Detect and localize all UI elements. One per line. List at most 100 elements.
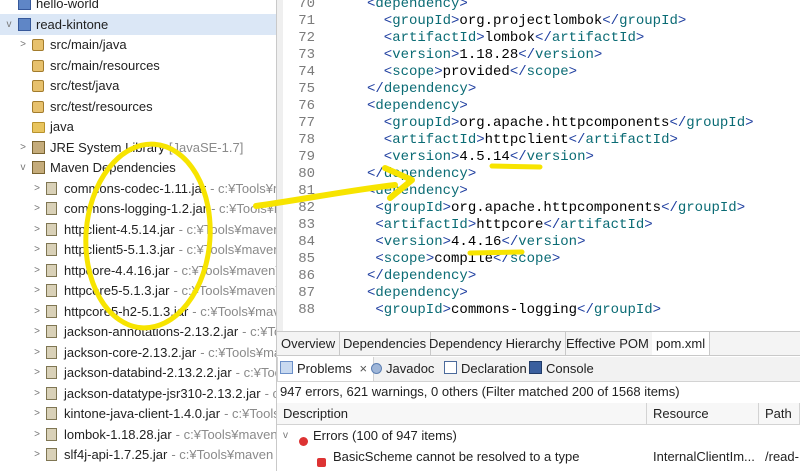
expand-toggle-icon[interactable]: > [32,260,42,281]
console-icon [529,361,542,374]
tag-name: groupId [593,302,653,318]
tag-name: scope [526,64,569,80]
expand-toggle-icon[interactable]: > [32,383,42,404]
code-line[interactable]: <groupId>org.apache.httpcomponents</grou… [384,115,754,131]
code-line[interactable]: <artifactId>httpcore</artifactId> [375,217,652,233]
code-line[interactable]: </dependency> [367,81,476,97]
expand-toggle-icon[interactable]: > [32,403,42,424]
code-line[interactable]: <artifactId>httpclient</artifactId> [384,132,678,148]
tree-item[interactable]: src/test/java [0,75,276,96]
expand-toggle-icon[interactable]: v [4,14,14,35]
tree-item-decoration: - c:¥Tools¥maven [171,447,274,462]
tree-item[interactable]: > JRE System Library [JavaSE-1.7] [0,137,276,158]
column-resource[interactable]: Resource [647,403,759,425]
code-line[interactable]: <scope>compile</scope> [375,251,560,267]
code-line[interactable]: <groupId>org.projectlombok</groupId> [384,13,686,29]
expand-toggle-icon[interactable]: > [32,362,42,383]
tab-dependency-hierarchy[interactable]: Dependency Hierarchy [425,332,567,355]
expand-toggle-icon[interactable]: > [32,321,42,342]
expand-toggle-icon[interactable]: > [32,444,42,465]
tree-item[interactable]: > kintone-java-client-1.4.0.jar - c:¥Tools [0,403,276,424]
tag-name: dependency [375,98,460,114]
expand-toggle-icon[interactable]: > [18,34,28,55]
tag-bracket: > [442,302,452,318]
expand-toggle-icon[interactable]: v [18,157,28,178]
jar-icon [46,284,57,297]
tab-javadoc[interactable]: Javadoc [371,357,434,381]
tree-item[interactable]: > commons-codec-1.11.jar - c:¥Tools¥m [0,178,276,199]
code-line[interactable]: <version>1.18.28</version> [384,47,602,63]
tree-item[interactable]: > jackson-databind-2.13.2.2.jar- c:¥Tool [0,362,276,383]
tag-name: scope [392,64,435,80]
tag-bracket: > [467,81,477,97]
tab-dependencies[interactable]: Dependencies [339,332,432,355]
proj-icon [18,0,31,10]
tree-item[interactable]: > jackson-datatype-jsr310-2.13.2.jar- c:¥ [0,383,276,404]
tab-problems[interactable]: Problems × [277,357,375,381]
code-line[interactable]: <artifactId>lombok</artifactId> [384,30,644,46]
problems-group-row[interactable]: v Errors (100 of 947 items) [277,425,800,446]
proj-icon [18,17,31,31]
tag-bracket: </ [509,64,527,80]
tab-declaration[interactable]: Declaration [444,357,527,381]
expand-toggle-icon[interactable]: > [32,219,42,240]
tree-item-label: commons-logging-1.2.jar [64,201,208,216]
expand-toggle-icon[interactable]: > [32,198,42,219]
code-line[interactable]: <groupId>commons-logging</groupId> [375,302,661,318]
code-line[interactable]: </dependency> [367,268,476,284]
expand-toggle-icon[interactable]: > [32,342,42,363]
folder-icon [32,122,45,133]
tree-item[interactable]: > httpcore5-h2-5.1.3.jar- c:¥Tools¥maven¥… [0,301,276,322]
column-path[interactable]: Path [759,403,800,425]
tree-item[interactable]: > jackson-annotations-2.13.2.jar- c:¥Toc [0,321,276,342]
tree-item[interactable]: > src/main/java [0,34,276,55]
expand-toggle-icon[interactable]: > [32,178,42,199]
expand-toggle-icon[interactable]: > [32,239,42,260]
pom-xml-editor[interactable]: 70 <dependency> 71 <groupId>org.projectlomb… [277,0,800,331]
code-line[interactable]: <groupId>org.apache.httpcomponents</grou… [375,200,745,216]
tab-overview[interactable]: Overview [277,332,341,355]
tag-name: version [518,234,578,250]
tree-item[interactable]: hello-world [0,0,276,14]
tab-console[interactable]: Console [529,357,594,381]
code-line[interactable]: </dependency> [367,166,476,182]
code-line[interactable]: <dependency> [367,98,468,114]
code-line[interactable]: <dependency> [367,183,468,199]
tree-item[interactable]: > httpclient5-5.1.3.jar - c:¥Tools¥maven¥ [0,239,276,260]
line-number: 83 [298,217,315,233]
group-toggle[interactable]: v [283,425,288,446]
tree-item[interactable]: v read-kintone [0,13,276,35]
expand-toggle-icon[interactable]: > [32,424,42,445]
tree-item[interactable]: > lombok-1.18.28.jar - c:¥Tools¥maven [0,424,276,445]
column-description[interactable]: Description [277,403,647,425]
expand-toggle-icon[interactable]: > [18,137,28,158]
element-value: org.apache.httpcomponents [451,200,662,216]
tab-pom-xml[interactable]: pom.xml [652,332,711,355]
table-row[interactable]: BasicScheme cannot be resolved to a type… [277,446,800,467]
tree-item[interactable]: > slf4j-api-1.7.25.jar - c:¥Tools¥maven [0,444,276,465]
tag-name: version [526,149,586,165]
tree-item[interactable]: > jackson-core-2.13.2.jar- c:¥Tools¥mav [0,342,276,363]
tree-item[interactable]: > httpcore-4.4.16.jar - c:¥Tools¥maven¥r [0,260,276,281]
tag-bracket: < [383,149,393,165]
tab-effective-pom[interactable]: Effective POM [562,332,654,355]
tree-item[interactable]: > httpclient-4.5.14.jar - c:¥Tools¥maven¥ [0,219,276,240]
tree-item[interactable]: > httpcore5-5.1.3.jar - c:¥Tools¥maven¥r [0,280,276,301]
code-line[interactable]: <scope>provided</scope> [384,64,577,80]
code-line[interactable]: <dependency> [367,285,468,301]
code-line[interactable]: <dependency> [367,0,468,12]
tree-item[interactable]: v Maven Dependencies [0,157,276,178]
code-line[interactable]: <version>4.4.16</version> [375,234,585,250]
tree-item[interactable]: src/main/resources [0,55,276,76]
tree-item[interactable]: > commons-logging-1.2.jar- c:¥Tools¥m [0,198,276,219]
line-number: 88 [298,302,315,318]
code-line[interactable]: <version>4.5.14</version> [384,149,594,165]
expand-toggle-icon[interactable]: > [32,301,42,322]
tree-item[interactable]: src/test/resources [0,96,276,117]
tree-item-label: src/main/java [50,37,127,52]
line-number: 70 [298,0,315,12]
package-explorer-tree[interactable]: hello-world v read-kintone > src/main/java sr… [0,0,277,471]
expand-toggle-icon[interactable]: > [32,280,42,301]
tree-item[interactable]: java [0,116,276,137]
close-icon[interactable]: × [360,361,368,376]
